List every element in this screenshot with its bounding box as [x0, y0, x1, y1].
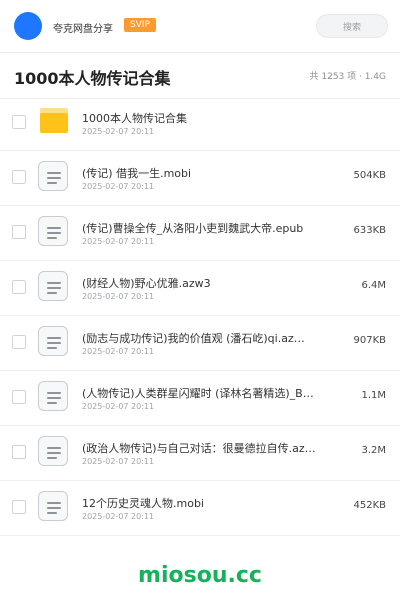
file-list: 1000本人物传记合集 2025-02-07 20:11 (传记) 借我一生.m… [0, 96, 400, 536]
list-item[interactable]: (政治人物传记)与自己对话：很曼德拉自传.azw3 2025-02-07 20:… [0, 426, 400, 481]
row-checkbox[interactable] [12, 390, 26, 404]
list-item[interactable]: (财经人物)野心优雅.azw3 2025-02-07 20:11 6.4M [0, 261, 400, 316]
list-item[interactable]: (励志与成功传记)我的价值观 (潘石屹)qi.az… 2025-02-07 20… [0, 316, 400, 371]
item-size: 3.2M [361, 445, 386, 456]
document-icon [38, 271, 70, 303]
watermark: miosou.cc [138, 563, 262, 588]
row-checkbox[interactable] [12, 115, 26, 129]
item-name: (传记) 借我一生.mobi [82, 167, 192, 180]
row-checkbox[interactable] [12, 170, 26, 184]
document-icon [38, 491, 70, 523]
row-checkbox[interactable] [12, 280, 26, 294]
item-name: (人物传记)人类群星闪耀时 (译林名著精选)_B0… [82, 387, 320, 400]
item-name: (财经人物)野心优雅.azw3 [82, 277, 211, 290]
item-date: 2025-02-07 20:11 [82, 237, 155, 246]
top-header: 夸克网盘分享 SVIP 搜索 [0, 0, 400, 53]
item-name: (政治人物传记)与自己对话：很曼德拉自传.azw3 [82, 442, 320, 455]
item-name: 12个历史灵魂人物.mobi [82, 497, 204, 510]
document-icon [38, 326, 70, 358]
item-name: (励志与成功传记)我的价值观 (潘石屹)qi.az… [82, 332, 305, 345]
search-input[interactable]: 搜索 [316, 14, 388, 38]
item-size: 907KB [353, 335, 386, 346]
item-date: 2025-02-07 20:11 [82, 292, 155, 301]
avatar[interactable] [14, 12, 42, 40]
item-name: (传记)曹操全传_从洛阳小吏到魏武大帝.epub [82, 222, 304, 235]
list-item[interactable]: 12个历史灵魂人物.mobi 2025-02-07 20:11 452KB [0, 481, 400, 536]
list-item[interactable]: (传记) 借我一生.mobi 2025-02-07 20:11 504KB [0, 151, 400, 206]
item-date: 2025-02-07 20:11 [82, 182, 155, 191]
item-summary: 共 1253 项 · 1.4G [309, 72, 387, 82]
document-icon [38, 216, 70, 248]
document-icon [38, 381, 70, 413]
list-item[interactable]: 1000本人物传记合集 2025-02-07 20:11 [0, 96, 400, 151]
item-date: 2025-02-07 20:11 [82, 347, 155, 356]
list-item[interactable]: (传记)曹操全传_从洛阳小吏到魏武大帝.epub 2025-02-07 20:1… [0, 206, 400, 261]
document-icon [38, 436, 70, 468]
item-name: 1000本人物传记合集 [82, 112, 187, 125]
item-date: 2025-02-07 20:11 [82, 512, 155, 521]
item-size: 633KB [353, 225, 386, 236]
row-checkbox[interactable] [12, 335, 26, 349]
document-icon [38, 161, 70, 193]
item-size: 6.4M [361, 280, 386, 291]
row-checkbox[interactable] [12, 500, 26, 514]
list-item[interactable]: (人物传记)人类群星闪耀时 (译林名著精选)_B0… 2025-02-07 20… [0, 371, 400, 426]
item-size: 504KB [353, 170, 386, 181]
user-name: 夸克网盘分享 [53, 24, 113, 35]
page-title: 1000本人物传记合集 [14, 69, 171, 88]
item-size: 452KB [353, 500, 386, 511]
item-date: 2025-02-07 20:11 [82, 127, 155, 136]
search-placeholder: 搜索 [342, 22, 361, 33]
svip-badge: SVIP [124, 18, 156, 32]
title-bar: 1000本人物传记合集 共 1253 项 · 1.4G [0, 52, 400, 99]
item-date: 2025-02-07 20:11 [82, 457, 155, 466]
folder-icon [38, 106, 70, 138]
row-checkbox[interactable] [12, 225, 26, 239]
item-date: 2025-02-07 20:11 [82, 402, 155, 411]
item-size: 1.1M [361, 390, 386, 401]
row-checkbox[interactable] [12, 445, 26, 459]
